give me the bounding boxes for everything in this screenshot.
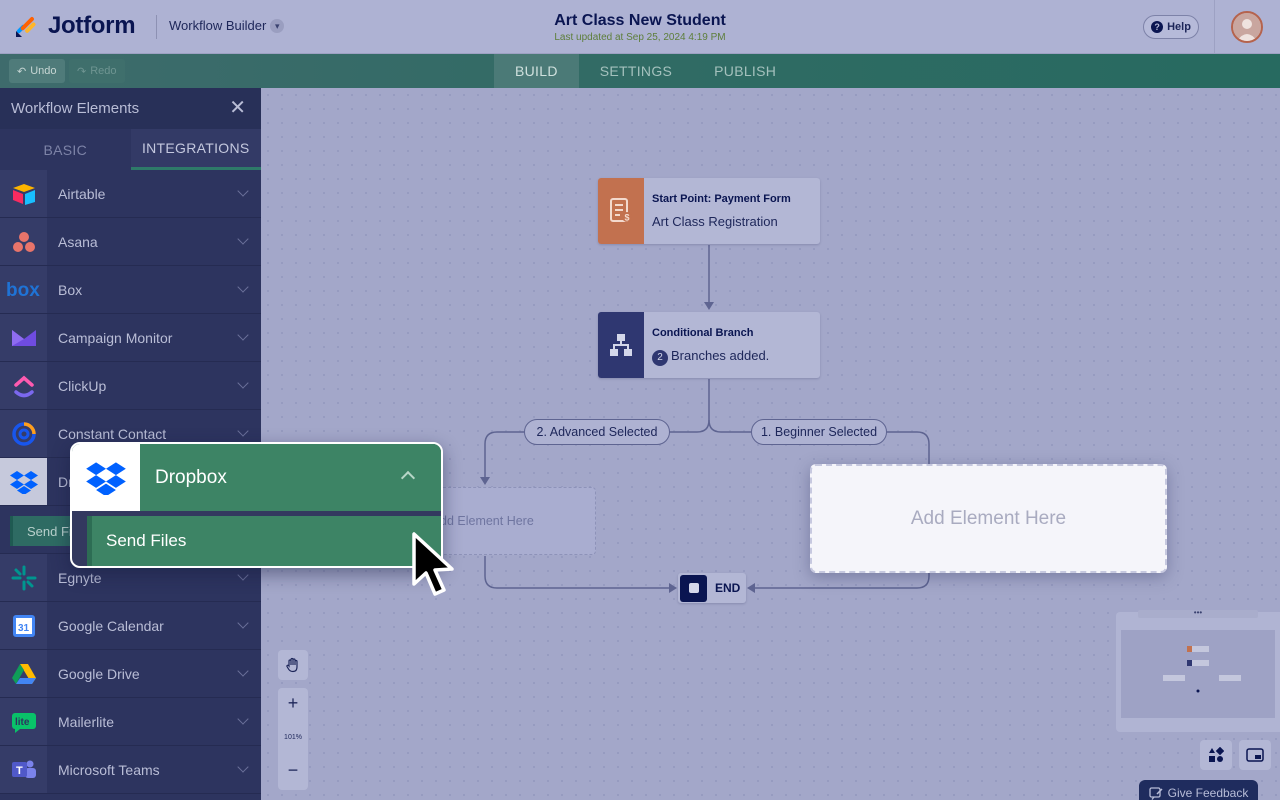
branch-count-badge: 2 (652, 350, 668, 366)
branch-label-advanced[interactable]: 2. Advanced Selected (524, 419, 670, 445)
zoom-controls: + 101% − (278, 688, 308, 790)
minimap-drag-handle[interactable]: ••• (1138, 609, 1258, 618)
end-label: END (715, 581, 741, 595)
zoom-level: 101% (284, 734, 302, 741)
zoom-in-button[interactable]: + (278, 693, 308, 714)
minimap-viewport (1121, 630, 1275, 718)
hand-icon (286, 657, 298, 673)
branch-body: Conditional Branch 2 Branches added. (644, 312, 769, 378)
dropbox-popout: Dropbox Send Files (70, 442, 443, 568)
start-point-form-name: Art Class Registration (652, 214, 778, 229)
start-point-node[interactable]: $ Start Point: Payment Form Art Class Re… (598, 178, 820, 244)
pan-tool-button[interactable] (278, 650, 308, 680)
dropbox-popout-header[interactable]: Dropbox (72, 444, 441, 511)
stop-icon (680, 574, 707, 602)
branch-info-text: Branches added. (671, 348, 770, 363)
elements-view-button[interactable] (1200, 740, 1232, 770)
minimap-toggle-button[interactable] (1239, 740, 1271, 770)
branch-info: 2 Branches added. (652, 348, 769, 366)
dropbox-icon (86, 461, 126, 495)
picture-in-picture-icon (1246, 748, 1264, 762)
workflow-connectors (480, 245, 930, 593)
feedback-label: Give Feedback (1167, 786, 1249, 800)
end-node[interactable]: END (678, 573, 746, 603)
mouse-cursor-icon (412, 532, 454, 596)
grid-shapes-icon (1209, 747, 1224, 762)
svg-text:$: $ (625, 213, 630, 223)
chevron-up-icon[interactable] (400, 470, 416, 486)
branch-icon (598, 312, 644, 378)
conditional-branch-node[interactable]: Conditional Branch 2 Branches added. (598, 312, 820, 378)
give-feedback-button[interactable]: Give Feedback (1139, 780, 1258, 800)
dropbox-popout-title: Dropbox (155, 466, 227, 488)
zoom-out-button[interactable]: − (278, 760, 308, 781)
send-files-action[interactable]: Send Files (87, 516, 441, 566)
add-element-placeholder-right[interactable]: Add Element Here (810, 464, 1167, 573)
minimap[interactable] (1116, 612, 1280, 732)
feedback-icon (1148, 787, 1163, 800)
minimap-preview (1163, 646, 1241, 693)
start-point-title: Start Point: Payment Form (652, 193, 791, 205)
start-point-body: Start Point: Payment Form Art Class Regi… (644, 178, 791, 244)
branch-title: Conditional Branch (652, 327, 754, 339)
branch-label-beginner[interactable]: 1. Beginner Selected (751, 419, 887, 445)
payment-form-icon: $ (598, 178, 644, 244)
dropbox-popout-icon-wrap (72, 444, 140, 511)
